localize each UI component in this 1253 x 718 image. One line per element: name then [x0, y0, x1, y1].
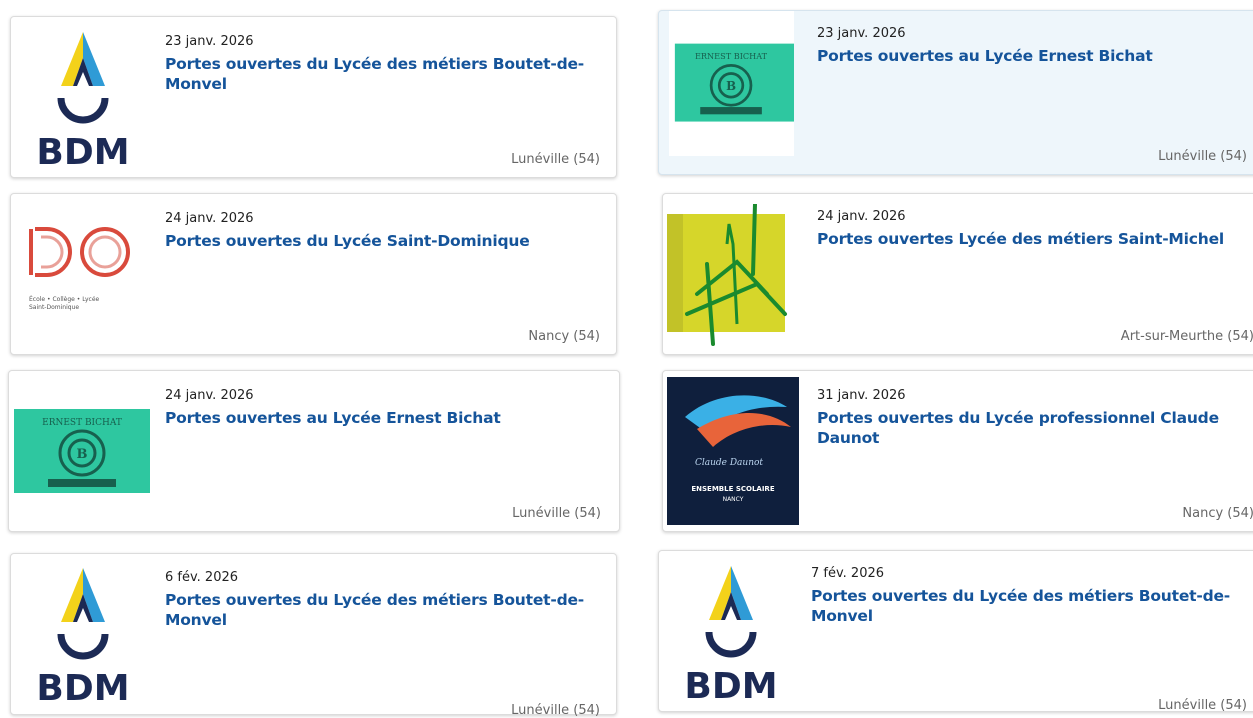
- saint-michel-logo: [667, 204, 797, 352]
- event-title[interactable]: Portes ouvertes du Lycée Saint-Dominique: [165, 231, 595, 251]
- svg-text:Claude Daunot: Claude Daunot: [695, 458, 763, 468]
- event-title[interactable]: Portes ouvertes du Lycée des métiers Bou…: [811, 586, 1241, 626]
- event-card[interactable]: BDM 23 janv. 2026 Portes ouvertes du Lyc…: [10, 16, 617, 178]
- bdm-logo: BDM: [21, 560, 146, 705]
- event-title[interactable]: Portes ouvertes du Lycée des métiers Bou…: [165, 590, 595, 630]
- event-card[interactable]: École • Collège • Lycée Saint-Dominique …: [10, 193, 617, 355]
- svg-text:B: B: [77, 447, 88, 462]
- bdm-logo: BDM: [669, 558, 794, 703]
- svg-text:ENSEMBLE SCOLAIRE: ENSEMBLE SCOLAIRE: [691, 485, 774, 493]
- event-card[interactable]: BDM 6 fév. 2026 Portes ouvertes du Lycée…: [10, 553, 617, 718]
- event-card[interactable]: Claude Daunot ENSEMBLE SCOLAIRE NANCY 31…: [662, 370, 1253, 532]
- event-date: 24 janv. 2026: [817, 209, 906, 224]
- svg-text:NANCY: NANCY: [723, 496, 744, 503]
- event-card[interactable]: 24 janv. 2026 Portes ouvertes Lycée des …: [662, 193, 1253, 355]
- svg-text:BDM: BDM: [36, 132, 129, 169]
- bdm-logo: BDM: [21, 24, 146, 169]
- event-location: Lunéville (54): [512, 506, 601, 521]
- ernest-bichat-logo: B ERNEST BICHAT: [669, 11, 794, 156]
- event-location: Nancy (54): [528, 329, 600, 344]
- svg-text:École • Collège • Lycée: École • Collège • Lycée: [29, 295, 100, 303]
- event-date: 23 janv. 2026: [817, 26, 906, 41]
- event-title[interactable]: Portes ouvertes du Lycée professionnel C…: [817, 408, 1227, 448]
- event-date: 23 janv. 2026: [165, 34, 254, 49]
- svg-text:Saint-Dominique: Saint-Dominique: [29, 304, 79, 311]
- event-card[interactable]: B ERNEST BICHAT 24 janv. 2026 Portes ouv…: [8, 370, 620, 532]
- event-date: 24 janv. 2026: [165, 211, 254, 226]
- event-title[interactable]: Portes ouvertes au Lycée Ernest Bichat: [817, 46, 1247, 66]
- event-title[interactable]: Portes ouvertes du Lycée des métiers Bou…: [165, 54, 595, 94]
- event-location: Art-sur-Meurthe (54): [1120, 329, 1253, 344]
- claude-daunot-logo: Claude Daunot ENSEMBLE SCOLAIRE NANCY: [667, 377, 799, 525]
- event-date: 24 janv. 2026: [165, 388, 254, 403]
- svg-text:B: B: [726, 79, 736, 93]
- svg-text:ERNEST BICHAT: ERNEST BICHAT: [42, 418, 122, 428]
- event-title[interactable]: Portes ouvertes au Lycée Ernest Bichat: [165, 408, 595, 428]
- event-card[interactable]: B ERNEST BICHAT 23 janv. 2026 Portes ouv…: [658, 10, 1253, 175]
- event-card[interactable]: BDM 7 fév. 2026 Portes ouvertes du Lycée…: [658, 550, 1253, 713]
- event-date: 6 fév. 2026: [165, 570, 239, 585]
- svg-text:BDM: BDM: [684, 666, 777, 703]
- event-date: 7 fév. 2026: [811, 566, 885, 581]
- event-title[interactable]: Portes ouvertes Lycée des métiers Saint-…: [817, 229, 1247, 249]
- saint-dominique-logo: École • Collège • Lycée Saint-Dominique: [21, 201, 146, 346]
- event-location: Lunéville (54): [1158, 149, 1247, 164]
- event-date: 31 janv. 2026: [817, 388, 906, 403]
- event-location: Lunéville (54): [511, 152, 600, 167]
- event-location: Nancy (54): [1182, 506, 1253, 521]
- ernest-bichat-logo: B ERNEST BICHAT: [14, 381, 150, 501]
- svg-text:ERNEST BICHAT: ERNEST BICHAT: [695, 51, 768, 61]
- svg-text:BDM: BDM: [36, 668, 129, 705]
